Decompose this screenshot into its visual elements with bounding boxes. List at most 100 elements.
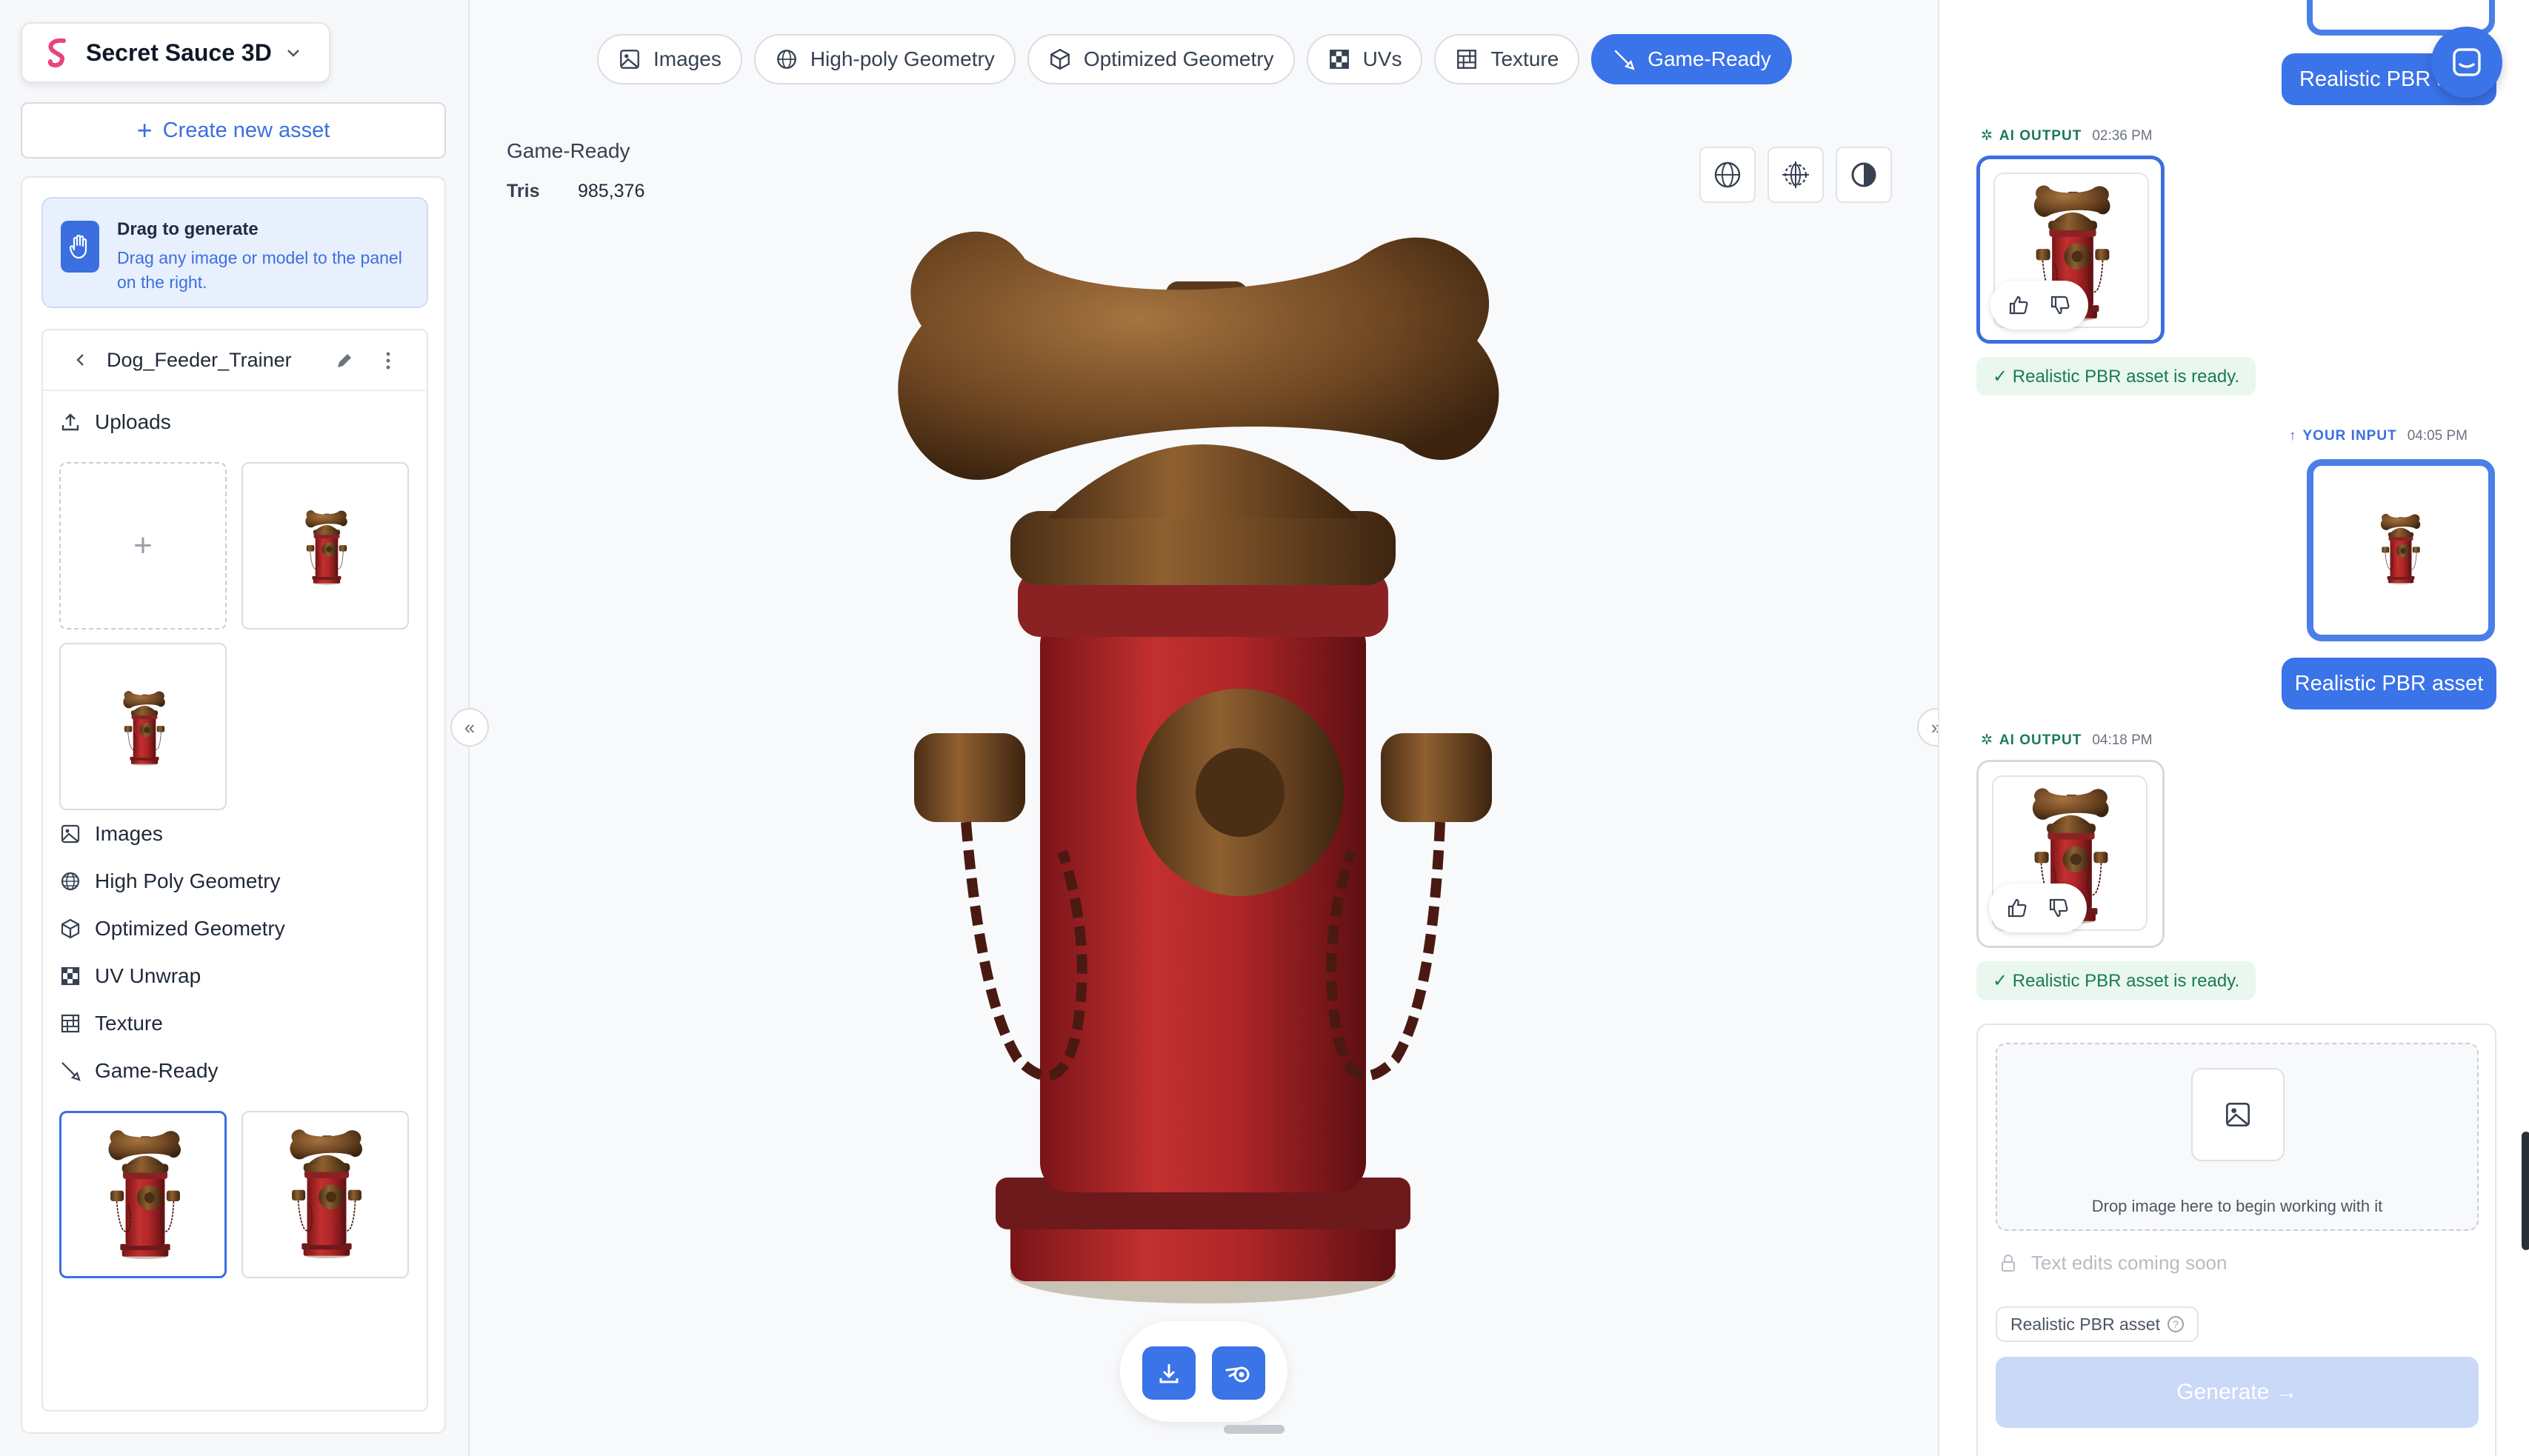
hydrant-thumb — [107, 1129, 181, 1260]
nav-images-label: Images — [95, 822, 163, 845]
user-input-time: 04:05 PM — [2407, 428, 2468, 444]
nav-optimized[interactable]: Optimized Geometry — [59, 917, 285, 941]
tab-texture-label: Texture — [1490, 47, 1559, 70]
user-prompt-pill: Realistic PBR asset — [2282, 658, 2496, 709]
nav-texture[interactable]: Texture — [59, 1012, 163, 1035]
cube-icon — [1050, 48, 1070, 70]
project-name: Dog_Feeder_Trainer — [107, 348, 292, 371]
sphere-icon — [61, 872, 80, 891]
arrow-up-icon: ↑ — [2289, 428, 2297, 444]
brush-icon — [61, 1062, 81, 1081]
nav-texture-label: Texture — [95, 1012, 163, 1035]
thumbs-up-icon[interactable] — [2007, 294, 2030, 316]
help-icon[interactable]: ? — [2167, 1316, 2184, 1332]
create-asset-button[interactable]: + Create new asset — [21, 102, 446, 158]
add-upload-button[interactable]: + — [59, 462, 227, 630]
stage-tabs: Images High-poly Geometry Optimized Geom… — [597, 34, 1792, 84]
user-input-meta: ↑ YOUR INPUT 04:05 PM — [2289, 428, 2468, 444]
checker-icon — [1329, 50, 1349, 69]
game-ready-thumb[interactable] — [241, 1111, 409, 1278]
ready-badge: ✓ Realistic PBR asset is ready. — [1976, 961, 2256, 1000]
more-vertical-icon[interactable] — [381, 350, 396, 372]
tab-uvs[interactable]: UVs — [1306, 34, 1423, 84]
globe-icon — [1714, 161, 1741, 188]
create-asset-label: Create new asset — [162, 118, 330, 142]
text-edits-disabled: Text edits coming soon — [1999, 1252, 2227, 1275]
contrast-button[interactable] — [1836, 147, 1892, 203]
rating-controls — [1990, 281, 2088, 330]
composer: Drop image here to begin working with it… — [1976, 1023, 2496, 1456]
nav-uv[interactable]: UV Unwrap — [59, 964, 201, 988]
drag-tip-desc: Drag any image or model to the panel on … — [117, 248, 402, 292]
nav-game-ready[interactable]: Game-Ready — [59, 1059, 219, 1083]
tab-high-poly[interactable]: High-poly Geometry — [753, 34, 1016, 84]
tab-optimized-label: Optimized Geometry — [1083, 47, 1274, 70]
thumbs-up-icon[interactable] — [2006, 897, 2028, 919]
nav-high-poly[interactable]: High Poly Geometry — [59, 869, 281, 893]
project-header: Dog_Feeder_Trainer — [43, 330, 427, 391]
chat-support-button[interactable] — [2431, 27, 2502, 98]
thumbs-down-icon[interactable] — [2047, 897, 2070, 919]
pencil-icon[interactable] — [335, 351, 354, 370]
image-upload-button[interactable] — [2191, 1068, 2285, 1161]
user-input-image[interactable] — [2307, 459, 2495, 641]
environment-button[interactable] — [1699, 147, 1756, 203]
logo-icon — [47, 38, 66, 68]
blender-export-button[interactable] — [1212, 1346, 1265, 1400]
download-button[interactable] — [1142, 1346, 1196, 1400]
tris-label: Tris — [507, 181, 540, 201]
uploads-section[interactable]: Uploads — [59, 410, 171, 434]
nav-uv-label: UV Unwrap — [95, 964, 201, 987]
viewport-title: Game-Ready — [507, 139, 630, 162]
ready-badge: ✓ Realistic PBR asset is ready. — [1976, 357, 2256, 395]
game-ready-thumb-selected[interactable] — [59, 1111, 227, 1278]
ai-output-time: 02:36 PM — [2092, 127, 2153, 144]
brush-icon — [1614, 50, 1635, 70]
thumbs-down-icon[interactable] — [2049, 294, 2071, 316]
hydrant-thumb — [122, 690, 166, 767]
tab-game-ready[interactable]: Game-Ready — [1591, 34, 1792, 84]
image-icon — [620, 50, 639, 69]
left-panel: Secret Sauce 3D + Create new asset Drag … — [0, 0, 470, 1456]
nav-images[interactable]: Images — [59, 822, 163, 846]
ai-output-card[interactable] — [1976, 156, 2165, 344]
viewport-actions — [1120, 1321, 1287, 1422]
wireframe-button[interactable] — [1767, 147, 1824, 203]
chevron-down-icon — [287, 50, 299, 57]
chat-panel: Realistic PBR a ✲ AI OUTPUT 02:36 PM ✓ R… — [1938, 0, 2529, 1456]
generate-button[interactable]: Generate → — [1996, 1357, 2479, 1428]
bottom-drag-handle[interactable] — [1224, 1425, 1285, 1434]
drag-tip: Drag to generate Drag any image or model… — [41, 197, 428, 308]
user-input-label: YOUR INPUT — [2302, 428, 2397, 444]
chevrons-left-icon: « — [464, 715, 476, 738]
chevron-left-icon[interactable] — [73, 352, 89, 368]
tab-texture[interactable]: Texture — [1434, 34, 1580, 84]
add-icon: + — [133, 527, 153, 564]
ai-output-time: 04:18 PM — [2092, 732, 2153, 748]
plus-icon: + — [136, 115, 153, 145]
upload-thumb[interactable] — [241, 462, 409, 630]
preset-chip[interactable]: Realistic PBR asset ? — [1996, 1306, 2199, 1342]
uploads-label: Uploads — [95, 410, 171, 433]
app-switcher[interactable]: Secret Sauce 3D — [21, 22, 330, 83]
sparkle-icon: ✲ — [1981, 128, 1993, 144]
upload-thumb[interactable] — [59, 643, 227, 810]
collapse-left-button[interactable]: « — [450, 708, 489, 747]
tris-value: 985,376 — [578, 181, 645, 201]
text-edits-label: Text edits coming soon — [2031, 1252, 2228, 1274]
tab-images[interactable]: Images — [597, 34, 742, 84]
hydrant-model[interactable] — [870, 200, 1536, 1370]
ai-output-meta: ✲ AI OUTPUT 04:18 PM — [1981, 732, 2153, 749]
wireframe-globe-icon — [1782, 161, 1809, 188]
grid-icon — [61, 1014, 80, 1033]
ai-output-label: AI OUTPUT — [1999, 732, 2082, 748]
ai-output-card[interactable] — [1976, 760, 2165, 948]
upload-icon — [61, 413, 79, 431]
chat-icon — [2453, 48, 2481, 76]
edge-scroll-handle[interactable] — [2522, 1132, 2529, 1250]
image-dropzone[interactable]: Drop image here to begin working with it — [1996, 1043, 2479, 1231]
tab-optimized[interactable]: Optimized Geometry — [1027, 34, 1295, 84]
ai-output-label: AI OUTPUT — [1999, 127, 2082, 144]
viewport: Images High-poly Geometry Optimized Geom… — [450, 0, 1956, 1456]
sphere-icon — [776, 50, 796, 69]
